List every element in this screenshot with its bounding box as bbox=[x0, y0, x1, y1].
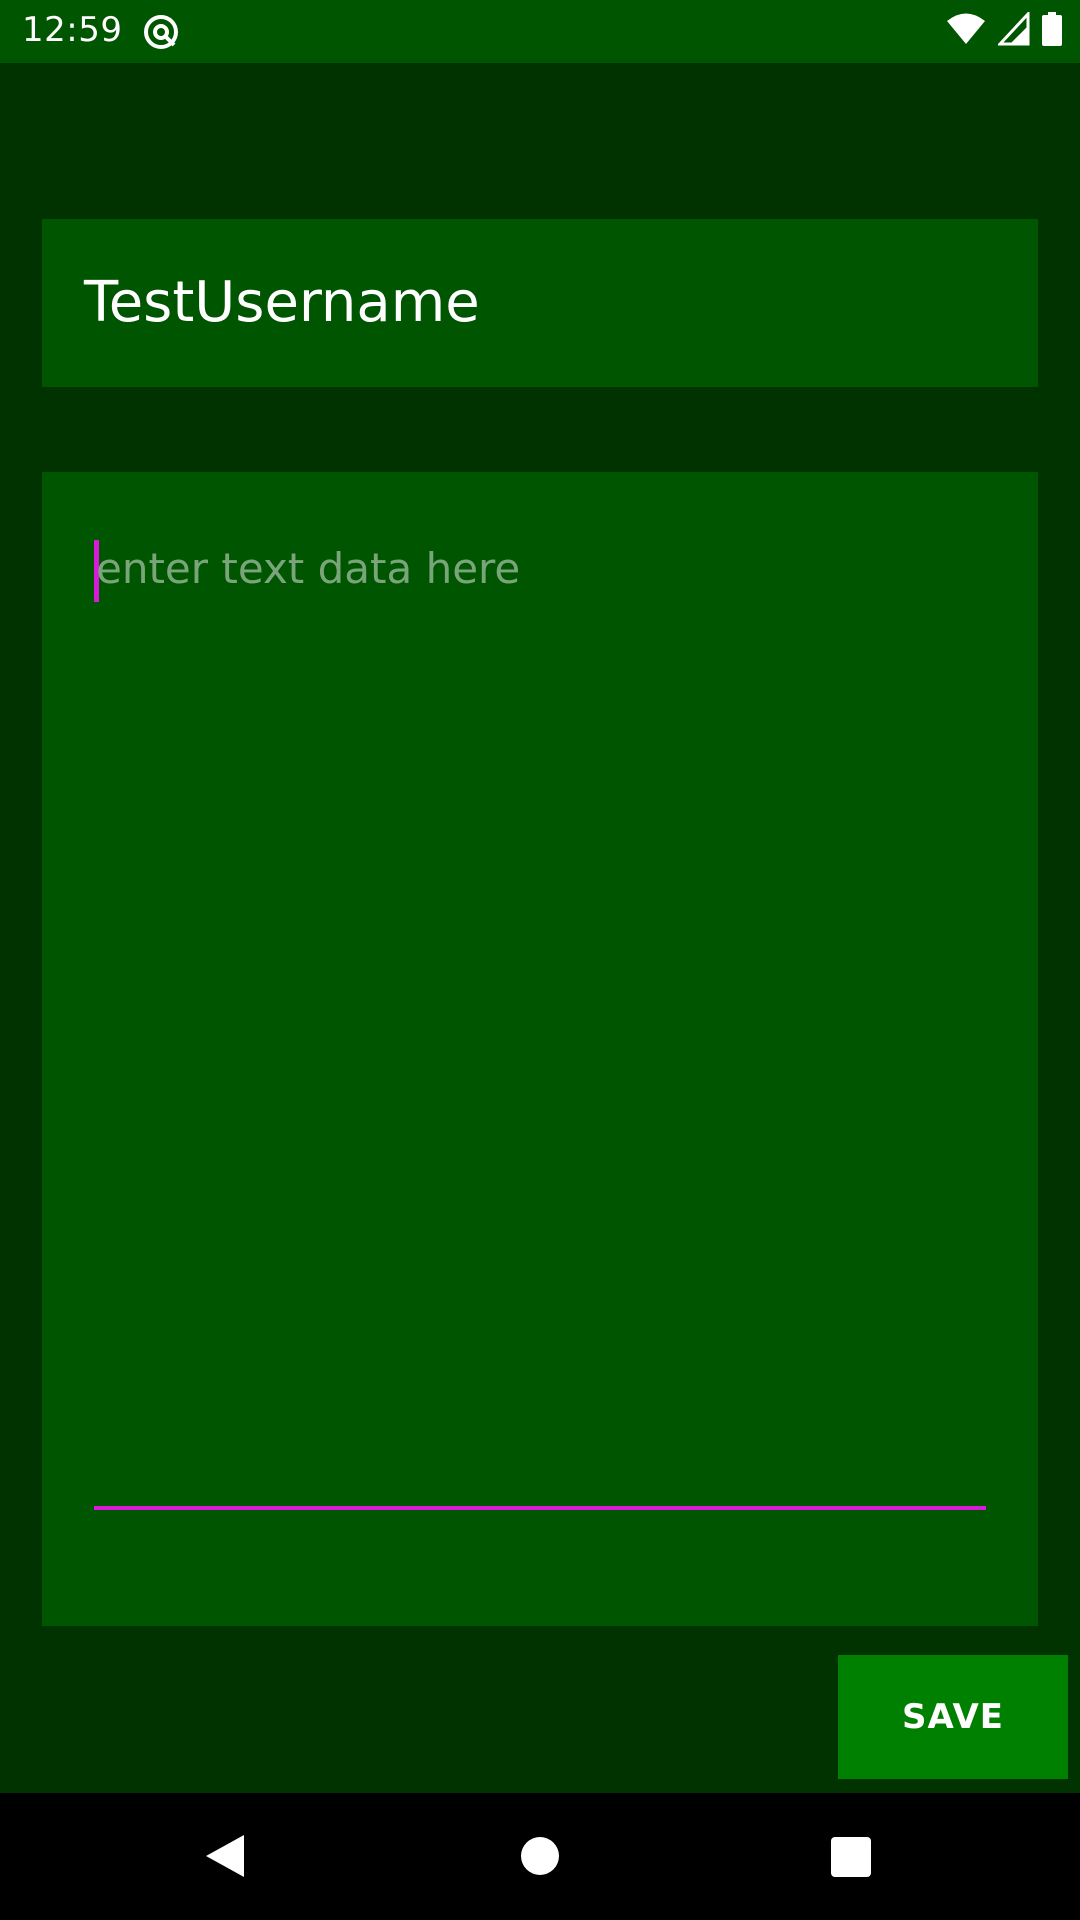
signal-icon bbox=[996, 10, 1030, 50]
status-time: 12:59 bbox=[22, 10, 123, 50]
back-icon[interactable] bbox=[204, 1833, 246, 1879]
save-button[interactable]: SAVE bbox=[838, 1655, 1068, 1779]
notification-icon bbox=[142, 13, 180, 51]
battery-icon bbox=[1042, 12, 1062, 50]
text-data-panel: enter text data here bbox=[42, 472, 1038, 1626]
status-icons bbox=[946, 10, 1062, 50]
wifi-icon bbox=[946, 12, 986, 50]
status-bar: 12:59 bbox=[0, 0, 1080, 63]
navigation-bar bbox=[0, 1793, 1080, 1920]
username-panel: TestUsername bbox=[42, 219, 1038, 387]
home-icon[interactable] bbox=[521, 1837, 559, 1875]
input-underline bbox=[94, 1506, 986, 1510]
username-label: TestUsername bbox=[84, 270, 480, 335]
text-data-input[interactable]: enter text data here bbox=[94, 540, 986, 1510]
text-data-placeholder: enter text data here bbox=[96, 544, 521, 593]
main-content: TestUsername enter text data here SAVE bbox=[0, 63, 1080, 1793]
recents-icon[interactable] bbox=[831, 1837, 871, 1877]
